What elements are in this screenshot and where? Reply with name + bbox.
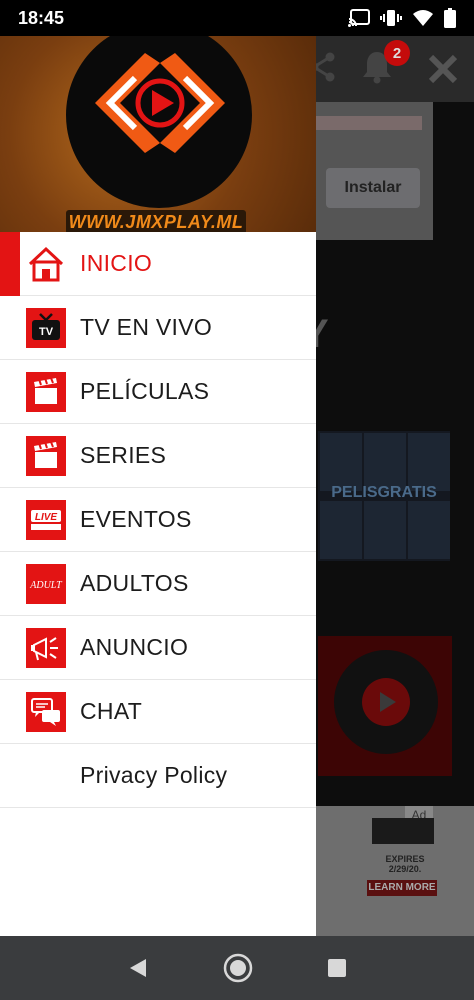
menu-item-label: CHAT	[80, 698, 143, 724]
menu-item-label: INICIO	[80, 250, 153, 276]
movie-thumbnail	[364, 501, 406, 559]
wifi-icon	[413, 10, 433, 26]
svg-text:LIVE: LIVE	[35, 512, 58, 523]
movie-thumbnail	[408, 433, 450, 491]
svg-text:ADULT: ADULT	[29, 580, 63, 591]
close-icon[interactable]	[428, 54, 458, 84]
megaphone-icon	[26, 628, 66, 668]
menu-item-privacy-policy[interactable]: Privacy Policy	[0, 744, 316, 808]
menu-item-tv-en-vivo[interactable]: TV TV EN VIVO	[0, 296, 316, 360]
ad-learn-more-label: LEARN MORE	[368, 882, 436, 893]
menu-item-chat[interactable]: CHAT	[0, 680, 316, 744]
tv-icon: TV	[26, 308, 66, 348]
status-bar: 18:45	[0, 0, 474, 36]
ad-logo	[372, 818, 434, 844]
system-nav-bar	[0, 936, 474, 1000]
status-icons	[348, 8, 456, 28]
back-icon[interactable]	[126, 956, 150, 980]
header-url: WWW.JMXPLAY.ML	[66, 210, 246, 232]
active-indicator	[0, 232, 20, 296]
drawer-header: WWW.JMXPLAY.ML	[0, 36, 316, 232]
clapperboard-icon	[26, 436, 66, 476]
battery-icon	[444, 8, 456, 28]
live-streaming-icon: LIVE	[26, 500, 66, 540]
navigation-drawer: WWW.JMXPLAY.ML INICIO TV TV EN VIVO PELÍ…	[0, 36, 316, 936]
movie-thumbnail	[408, 501, 450, 559]
menu-item-series[interactable]: SERIES	[0, 424, 316, 488]
menu-item-label: SERIES	[80, 442, 167, 468]
chat-icon	[26, 692, 66, 732]
movie-thumbnail	[320, 433, 362, 491]
menu-item-anuncio[interactable]: ANUNCIO	[0, 616, 316, 680]
ad-learn-more-button[interactable]: LEARN MORE	[367, 880, 437, 896]
promo-brand-label: PELISGRATIS	[331, 484, 437, 501]
menu-item-label: PELÍCULAS	[80, 378, 210, 404]
install-button[interactable]: Instalar	[326, 168, 420, 208]
play-icon	[362, 678, 410, 726]
notification-badge: 2	[384, 40, 410, 66]
home-icon	[26, 244, 66, 284]
ad-expires-text: EXPIRES 2/29/20.	[385, 854, 425, 874]
menu-item-label: EVENTOS	[80, 506, 192, 532]
movie-thumbnail	[364, 433, 406, 491]
install-ad-strip	[300, 116, 422, 130]
movie-thumbnail	[320, 501, 362, 559]
menu-item-label: ADULTOS	[80, 570, 189, 596]
menu-item-label: ANUNCIO	[80, 634, 189, 660]
clapperboard-icon	[26, 372, 66, 412]
home-button-icon[interactable]	[222, 952, 254, 984]
status-time: 18:45	[18, 7, 65, 28]
drawer-menu: INICIO TV TV EN VIVO PELÍCULAS SERIES LI…	[0, 232, 316, 808]
menu-item-label: Privacy Policy	[80, 762, 228, 788]
recents-icon[interactable]	[326, 957, 348, 979]
adult-icon: ADULT	[26, 564, 66, 604]
menu-item-inicio[interactable]: INICIO	[0, 232, 316, 296]
jmxplay-logo-icon	[95, 53, 225, 153]
cast-icon	[348, 9, 370, 27]
svg-text:TV: TV	[39, 326, 54, 338]
vibrate-icon	[380, 10, 402, 26]
menu-item-peliculas[interactable]: PELÍCULAS	[0, 360, 316, 424]
menu-item-adultos[interactable]: ADULT ADULTOS	[0, 552, 316, 616]
menu-item-label: TV EN VIVO	[80, 314, 213, 340]
menu-item-eventos[interactable]: LIVE EVENTOS	[0, 488, 316, 552]
